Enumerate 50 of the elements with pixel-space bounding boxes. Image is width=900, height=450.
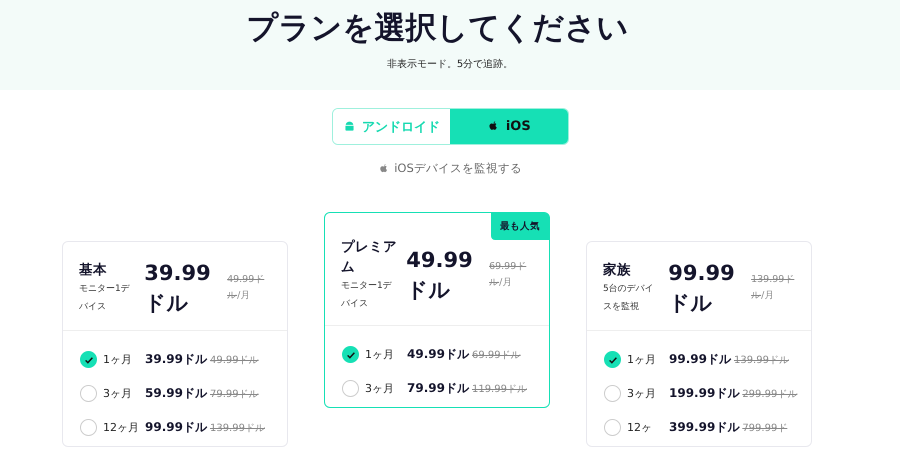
android-icon — [342, 120, 356, 133]
duration-label: 1ヶ月 — [627, 352, 657, 367]
plan-price: 99.99ドル — [668, 260, 736, 317]
option-price: 59.99ドル — [145, 385, 207, 402]
original-price: 119.99ドル — [472, 382, 527, 396]
subtitle: 非表示モード。5分で追跡。 — [386, 58, 514, 71]
radio-button[interactable] — [342, 346, 359, 363]
duration-label: 3ヶ月 — [103, 386, 133, 401]
plan-description: モニター1デバイス — [341, 280, 393, 311]
plan-description: 5台のデバイスを監視 — [603, 282, 655, 314]
option-price: 99.99ドル — [669, 351, 731, 368]
radio-button[interactable] — [604, 351, 621, 368]
option-price: 99.99ドル — [145, 419, 207, 436]
plan-price: 39.99ドル — [144, 260, 212, 317]
duration-label: 3ヶ月 — [365, 381, 395, 396]
option-price: 79.99ドル — [407, 380, 469, 397]
ios-tab[interactable]: iOS — [450, 109, 568, 144]
duration-label: 3ヶ月 — [627, 386, 657, 401]
page-title: プランを選択してください — [246, 9, 628, 48]
radio-button[interactable] — [342, 380, 359, 397]
radio-button[interactable] — [604, 419, 621, 436]
radio-button[interactable] — [604, 385, 621, 402]
option-price: 39.99ドル — [145, 351, 207, 368]
plan-name: プレミアム — [341, 238, 398, 277]
original-price: 299.99ドル — [742, 388, 798, 400]
option-price: 199.99ドル — [669, 385, 740, 402]
original-price: 69.99ドル — [472, 348, 521, 362]
duration-label: 1ヶ月 — [365, 347, 395, 362]
option-price: 399.99ドル — [669, 419, 740, 436]
plan-name: 基本 — [79, 261, 108, 280]
duration-label: 1ヶ月 — [103, 352, 133, 367]
radio-button[interactable] — [80, 351, 97, 368]
original-price: 49.99ドル — [210, 354, 259, 366]
plan-description: モニター1デバイス — [79, 283, 131, 314]
original-monthly-price: 69.99ドル/月 — [489, 260, 528, 290]
popular-badge: 最も人気 — [491, 213, 549, 240]
radio-button[interactable] — [80, 385, 97, 402]
platform-caption: iOSデバイスを監視する — [394, 161, 522, 176]
plan-price: 49.99ドル — [406, 247, 474, 304]
original-price: 79.99ドル — [210, 388, 259, 400]
plan-name: 家族 — [603, 261, 632, 280]
original-monthly-price: 139.99ドル/月 — [751, 273, 796, 303]
duration-label: 12ヶ — [627, 420, 653, 435]
original-price: 799.99ド — [742, 422, 788, 434]
option-price: 49.99ドル — [407, 346, 469, 363]
duration-label: 12ヶ月 — [103, 420, 140, 435]
radio-button[interactable] — [80, 419, 97, 436]
original-monthly-price: 49.99ドル/月 — [227, 273, 266, 303]
original-price: 139.99ドル — [734, 354, 789, 366]
original-price: 139.99ドル — [210, 422, 265, 434]
